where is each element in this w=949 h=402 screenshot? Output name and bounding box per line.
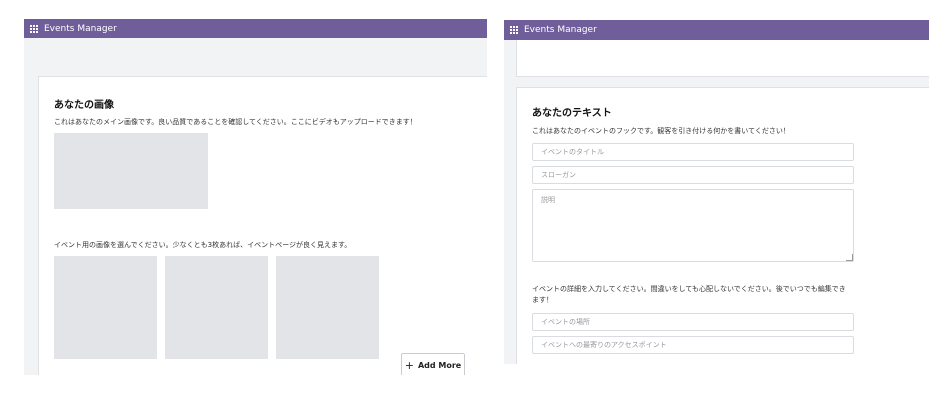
gallery-image-slot-3[interactable] — [276, 256, 379, 359]
event-title-input[interactable] — [532, 143, 854, 161]
plus-icon: + — [404, 358, 414, 372]
grid-icon[interactable] — [29, 24, 38, 33]
add-more-button[interactable]: + Add More — [401, 353, 465, 375]
description-textarea[interactable] — [532, 189, 854, 262]
section-heading: あなたのテキスト — [532, 108, 612, 119]
text-description: これはあなたのイベントのフックです。観客を引き付ける何かを書いてください！ — [532, 127, 790, 135]
app-title: Events Manager — [44, 23, 117, 34]
section-heading: あなたの画像 — [54, 100, 114, 111]
titlebar: Events Manager — [504, 20, 929, 40]
images-card: あなたの画像 これはあなたのメイン画像です。良い品質であることを確認してください… — [38, 76, 487, 375]
location-input[interactable] — [532, 313, 854, 331]
details-description: イベントの詳細を入力してください。間違いをしても心配しないでください。後でいつで… — [532, 285, 846, 293]
text-card: あなたのテキスト これはあなたのイベントのフックです。観客を引き付ける何かを書い… — [516, 87, 929, 364]
previous-card — [516, 40, 929, 77]
add-more-label: Add More — [417, 360, 462, 370]
main-image-description: これはあなたのメイン画像です。良い品質であることを確認してください。ここにビデオ… — [54, 118, 417, 126]
details-description-cont: ます！ — [532, 296, 553, 304]
left-window: Events Manager あなたの画像 これはあなたのメイン画像です。良い品… — [24, 19, 487, 375]
right-window: Events Manager あなたのテキスト これはあなたのイベントのフックで… — [504, 20, 929, 364]
gallery-description: イベント用の画像を選んでください。少なくとも3枚あれば、イベントページが良く見え… — [54, 241, 352, 249]
gallery-image-slot-2[interactable] — [165, 256, 268, 359]
gallery-image-slot-1[interactable] — [54, 256, 157, 359]
grid-icon[interactable] — [509, 26, 518, 35]
titlebar: Events Manager — [24, 19, 487, 38]
access-point-input[interactable] — [532, 336, 854, 354]
slogan-input[interactable] — [532, 166, 854, 184]
app-title: Events Manager — [524, 25, 597, 35]
main-image-upload[interactable] — [54, 133, 208, 209]
